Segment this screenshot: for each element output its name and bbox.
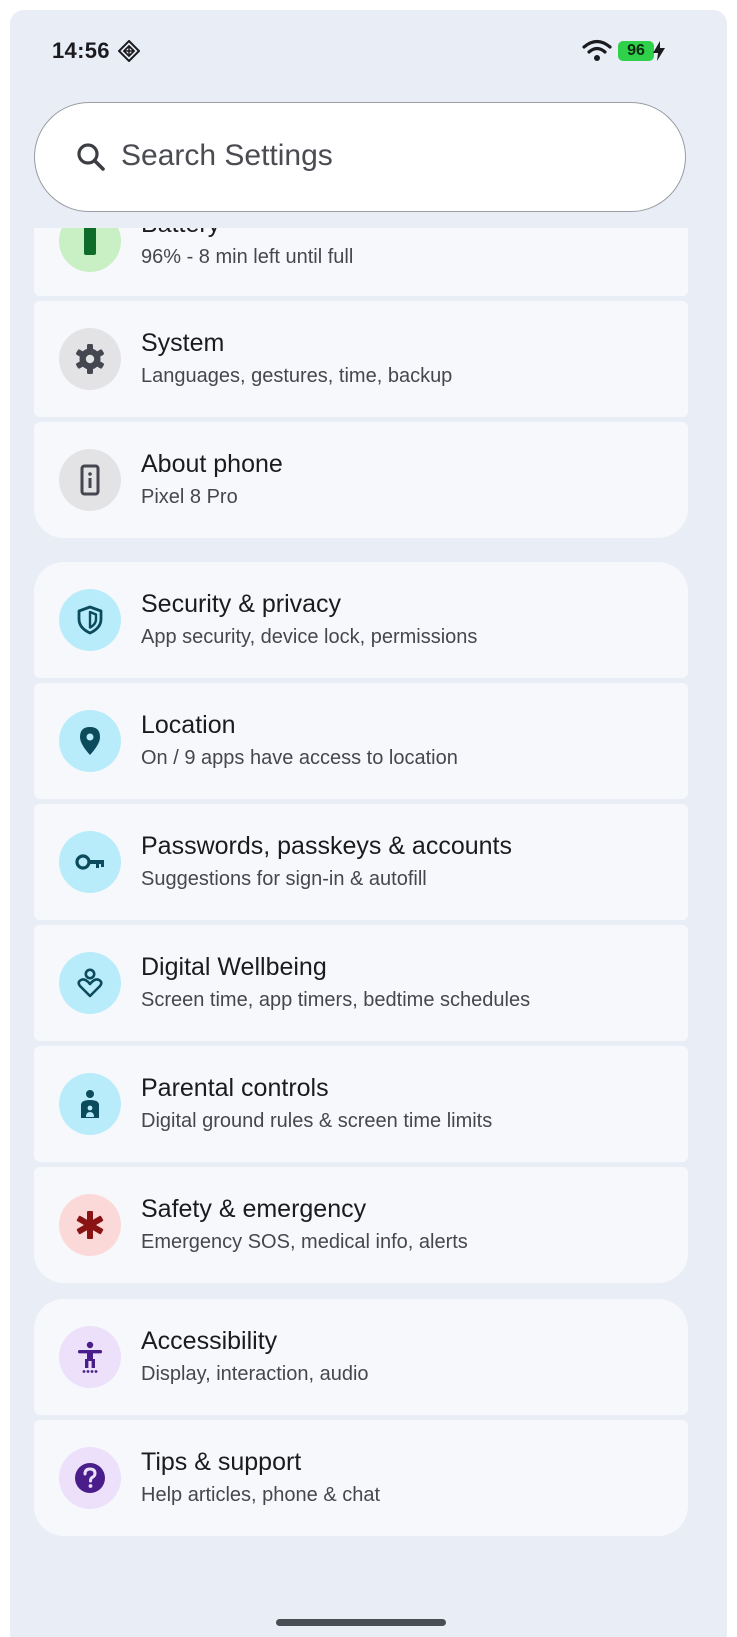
settings-item-title: Passwords, passkeys & accounts <box>141 832 512 860</box>
settings-item-safety-emergency[interactable]: Safety & emergency Emergency SOS, medica… <box>34 1167 688 1283</box>
settings-item-passwords-accounts[interactable]: Passwords, passkeys & accounts Suggestio… <box>34 804 688 920</box>
search-input[interactable]: Search Settings <box>34 102 686 212</box>
settings-item-digital-wellbeing[interactable]: Digital Wellbeing Screen time, app timer… <box>34 925 688 1041</box>
settings-item-subtitle: Emergency SOS, medical info, alerts <box>141 1231 468 1253</box>
settings-item-title: Tips & support <box>141 1448 302 1476</box>
settings-item-title: Digital Wellbeing <box>141 953 327 981</box>
phone-info-icon <box>59 449 121 511</box>
settings-screen: 14:56 96 Search Settings 96% - 8 min lef… <box>10 10 727 1637</box>
settings-item-subtitle: Suggestions for sign-in & autofill <box>141 868 427 890</box>
home-gesture-bar[interactable] <box>276 1619 446 1626</box>
wifi-icon <box>582 38 612 62</box>
search-area: Search Settings <box>10 90 727 228</box>
help-question-icon <box>59 1447 121 1509</box>
settings-group-security: Security & privacy App security, device … <box>34 562 688 1284</box>
location-pin-icon <box>59 710 121 772</box>
settings-item-subtitle: 96% - 8 min left until full <box>141 246 354 268</box>
status-time: 14:56 <box>52 38 110 63</box>
settings-item-tips-support[interactable]: Tips & support Help articles, phone & ch… <box>34 1420 688 1536</box>
settings-item-subtitle: Digital ground rules & screen time limit… <box>141 1110 493 1132</box>
settings-item-title: Safety & emergency <box>141 1195 367 1223</box>
battery-level: 96 <box>618 41 654 61</box>
settings-item-subtitle: Help articles, phone & chat <box>141 1484 381 1506</box>
settings-item-title: Location <box>141 711 236 739</box>
settings-item-parental-controls[interactable]: Parental controls Digital ground rules &… <box>34 1046 688 1162</box>
settings-group-device: Battery 96% - 8 min left until full Syst… <box>34 180 688 546</box>
settings-item-subtitle: Display, interaction, audio <box>141 1363 369 1385</box>
settings-item-security-privacy[interactable]: Security & privacy App security, device … <box>34 562 688 678</box>
parent-child-icon <box>59 1073 121 1135</box>
settings-item-subtitle: Screen time, app timers, bedtime schedul… <box>141 989 531 1011</box>
search-icon <box>75 141 107 173</box>
status-bar: 14:56 96 <box>10 10 727 90</box>
settings-item-title: Security & privacy <box>141 590 342 618</box>
settings-item-subtitle: Pixel 8 Pro <box>141 486 238 508</box>
settings-item-subtitle: On / 9 apps have access to location <box>141 747 458 769</box>
wellbeing-heart-icon <box>59 952 121 1014</box>
bolt-icon <box>652 40 666 62</box>
settings-group-help: Accessibility Display, interaction, audi… <box>34 1299 688 1536</box>
key-icon <box>59 831 121 893</box>
settings-item-title: About phone <box>141 450 283 478</box>
settings-item-about-phone[interactable]: About phone Pixel 8 Pro <box>34 422 688 538</box>
settings-item-title: Accessibility <box>141 1327 278 1355</box>
settings-item-title: System <box>141 329 225 357</box>
shield-icon <box>59 589 121 651</box>
settings-item-subtitle: App security, device lock, permissions <box>141 626 478 648</box>
settings-item-subtitle: Languages, gestures, time, backup <box>141 365 453 387</box>
search-placeholder: Search Settings <box>121 139 333 172</box>
settings-item-location[interactable]: Location On / 9 apps have access to loca… <box>34 683 688 799</box>
accessibility-person-icon <box>59 1326 121 1388</box>
settings-item-system[interactable]: System Languages, gestures, time, backup <box>34 301 688 417</box>
settings-item-accessibility[interactable]: Accessibility Display, interaction, audi… <box>34 1299 688 1415</box>
medical-asterisk-icon <box>59 1194 121 1256</box>
diamond-grid-icon <box>117 39 141 63</box>
settings-item-title: Parental controls <box>141 1074 329 1102</box>
gear-icon <box>59 328 121 390</box>
